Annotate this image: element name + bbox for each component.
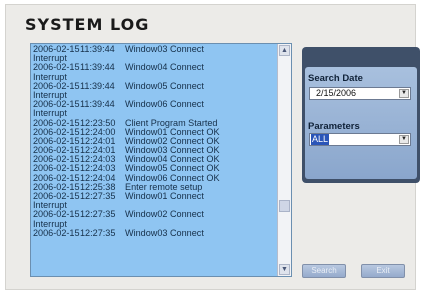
log-row[interactable]: 2006-02-1512:27:35 Window03 Connect — [33, 227, 277, 238]
log-message: Window05 Connect — [125, 80, 204, 91]
system-log-window: SYSTEM LOG 2006-02-15 11:39:44 Window03 Co… — [5, 4, 420, 290]
search-date-label: Search Date — [308, 73, 363, 84]
log-date: 2006-02-15 — [33, 227, 80, 238]
scroll-up-arrow-icon[interactable]: ▲ — [279, 45, 290, 56]
parameters-value: ALL — [311, 134, 330, 145]
chevron-down-icon[interactable]: ▼ — [399, 135, 409, 144]
log-row[interactable]: 2006-02-1511:39:44 Window06 Connect — [33, 99, 277, 110]
search-button[interactable]: Search — [302, 264, 346, 278]
chevron-down-icon[interactable]: ▼ — [399, 89, 409, 98]
log-message: Window03 Connect — [125, 44, 204, 54]
log-message: Window04 Connect — [125, 62, 204, 73]
search-date-select[interactable]: 2/15/2006 ▼ — [309, 87, 411, 100]
log-time: 11:39:44 — [80, 99, 115, 110]
log-time: 11:39:44 — [80, 80, 115, 91]
scroll-thumb[interactable] — [279, 200, 290, 212]
log-time: 11:39:44 — [80, 62, 115, 73]
log-time: 12:27:35 — [80, 227, 116, 238]
scroll-down-arrow-icon[interactable]: ▼ — [279, 264, 290, 275]
log-message: Window06 Connect — [125, 99, 204, 110]
log-time: 11:39:44 — [80, 44, 115, 54]
log-row[interactable]: 2006-02-1512:27:35 Window01 Connect — [33, 191, 277, 201]
log-message: Window03 Connect — [125, 227, 204, 238]
log-row[interactable]: 2006-02-1511:39:44 Window04 Connect — [33, 63, 277, 72]
log-scrollbar[interactable]: ▲ ▼ — [277, 44, 291, 276]
parameters-label: Parameters — [308, 121, 360, 132]
log-row[interactable]: 2006-02-1511:39:44 Window05 Connect — [33, 80, 277, 91]
log-time: 12:27:35 — [80, 209, 116, 220]
log-message: Window02 Connect — [125, 209, 204, 220]
log-message: Window01 Connect — [125, 191, 204, 201]
exit-button[interactable]: Exit — [361, 264, 405, 278]
log-list-box[interactable]: 2006-02-1511:39:44 Window03 Connect Interr… — [30, 43, 292, 277]
page-title: SYSTEM LOG — [25, 15, 150, 34]
search-panel-inner: Search Date 2/15/2006 ▼ Parameters ALL ▼ — [305, 67, 417, 179]
search-panel: Search Date 2/15/2006 ▼ Parameters ALL ▼ — [302, 47, 420, 183]
log-row[interactable]: 2006-02-1511:39:44 Window03 Connect — [33, 44, 277, 54]
log-row[interactable]: 2006-02-1512:27:35 Window02 Connect — [33, 210, 277, 219]
log-time: 12:27:35 — [80, 191, 116, 201]
search-date-value: 2/15/2006 — [316, 88, 357, 98]
parameters-select[interactable]: ALL ▼ — [309, 133, 411, 146]
log-list: 2006-02-1511:39:44 Window03 Connect Interr… — [33, 44, 277, 238]
